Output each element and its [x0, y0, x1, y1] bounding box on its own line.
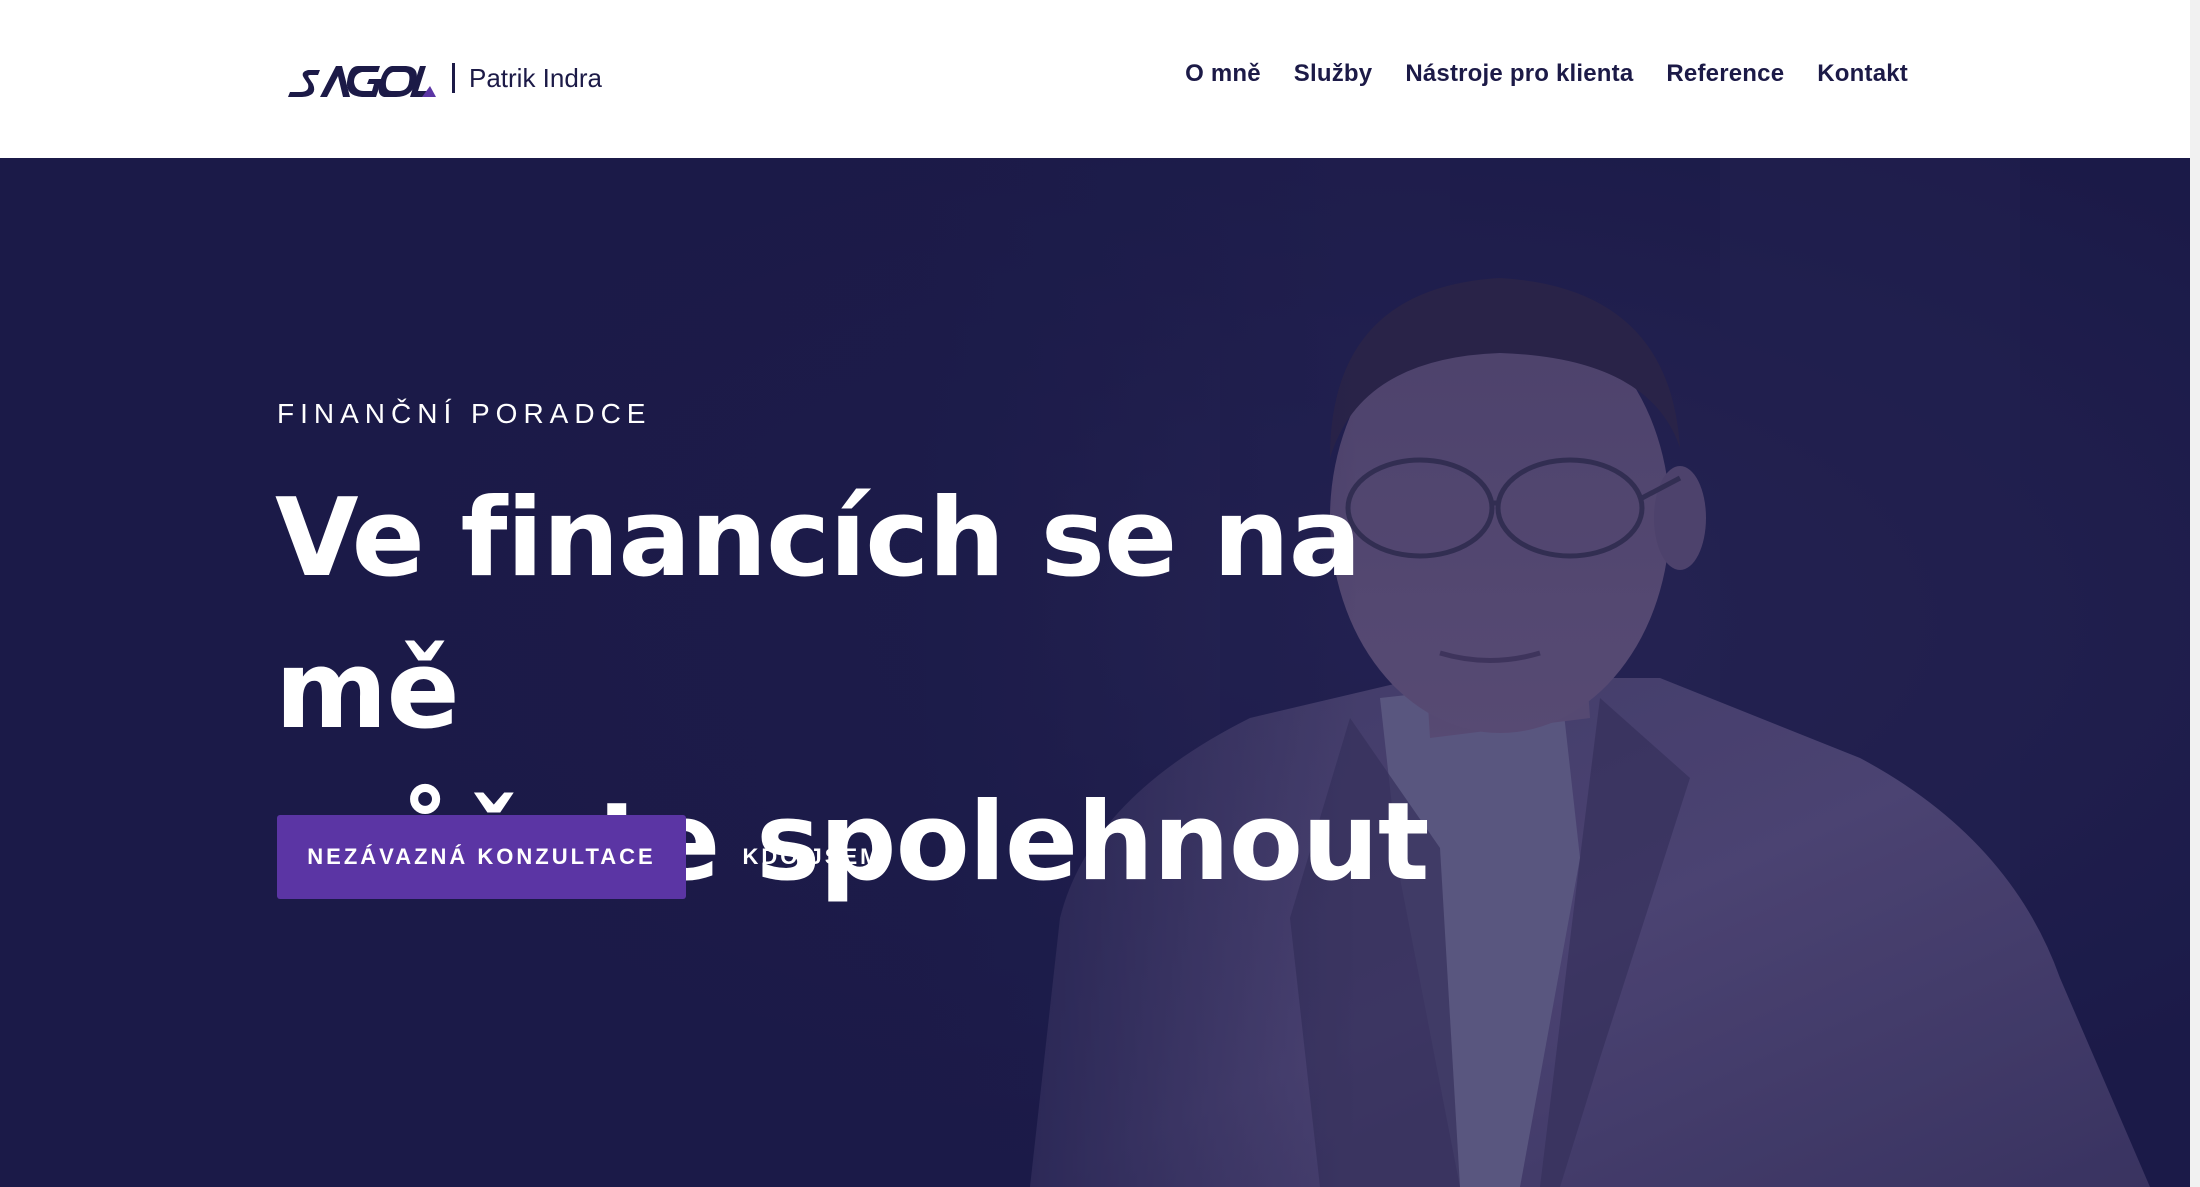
nav-item-reference[interactable]: Reference: [1666, 56, 1784, 92]
logo[interactable]: Patrik Indra: [280, 48, 602, 108]
sagol-logo-icon: [288, 66, 436, 97]
main-nav: O mně Služby Nástroje pro klienta Refere…: [1185, 56, 1908, 92]
logo-divider: [452, 63, 455, 93]
site-header: Patrik Indra O mně Služby Nástroje pro k…: [0, 0, 2190, 158]
logo-name: Patrik Indra: [469, 62, 602, 93]
hero-eyebrow: FINANČNÍ PORADCE: [277, 398, 652, 429]
nav-item-sluzby[interactable]: Služby: [1294, 56, 1373, 92]
consultation-button[interactable]: NEZÁVAZNÁ KONZULTACE: [277, 815, 686, 899]
nav-item-o-mne[interactable]: O mně: [1185, 56, 1261, 92]
nav-item-nastroje[interactable]: Nástroje pro klienta: [1405, 56, 1633, 92]
nav-item-kontakt[interactable]: Kontakt: [1817, 56, 1908, 92]
hero-section: FINANČNÍ PORADCE Ve financích se na mě m…: [0, 158, 2190, 1187]
about-me-button[interactable]: KDO JSEM: [728, 815, 896, 899]
hero-headline-line-1: Ve financích se na mě: [275, 476, 1362, 753]
page-scrollbar[interactable]: [2190, 0, 2200, 1187]
